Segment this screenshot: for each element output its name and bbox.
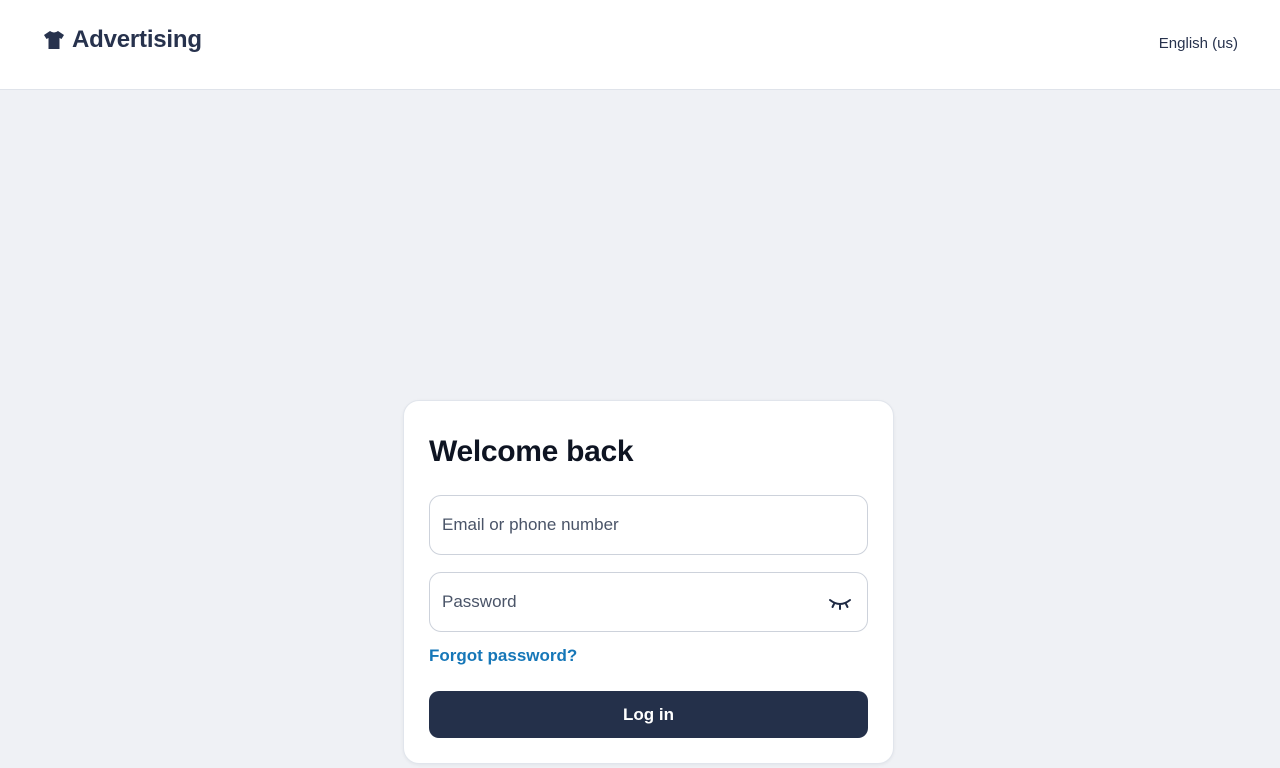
brand-name: Advertising — [72, 26, 202, 53]
email-field-container — [429, 495, 868, 555]
password-field[interactable] — [442, 573, 822, 631]
shirt-icon — [42, 28, 66, 52]
eye-closed-icon[interactable] — [827, 591, 853, 615]
login-button[interactable]: Log in — [429, 691, 868, 738]
forgot-password-link[interactable]: Forgot password? — [429, 646, 577, 666]
password-field-container — [429, 572, 868, 632]
login-card: Welcome back Forgot password? Log in — [403, 400, 894, 764]
brand-logo[interactable]: Advertising — [42, 26, 202, 54]
email-field[interactable] — [442, 496, 822, 554]
top-bar: Advertising English (us) — [0, 0, 1280, 90]
page-title: Welcome back — [429, 435, 634, 468]
language-selector[interactable]: English (us) — [1159, 35, 1238, 52]
